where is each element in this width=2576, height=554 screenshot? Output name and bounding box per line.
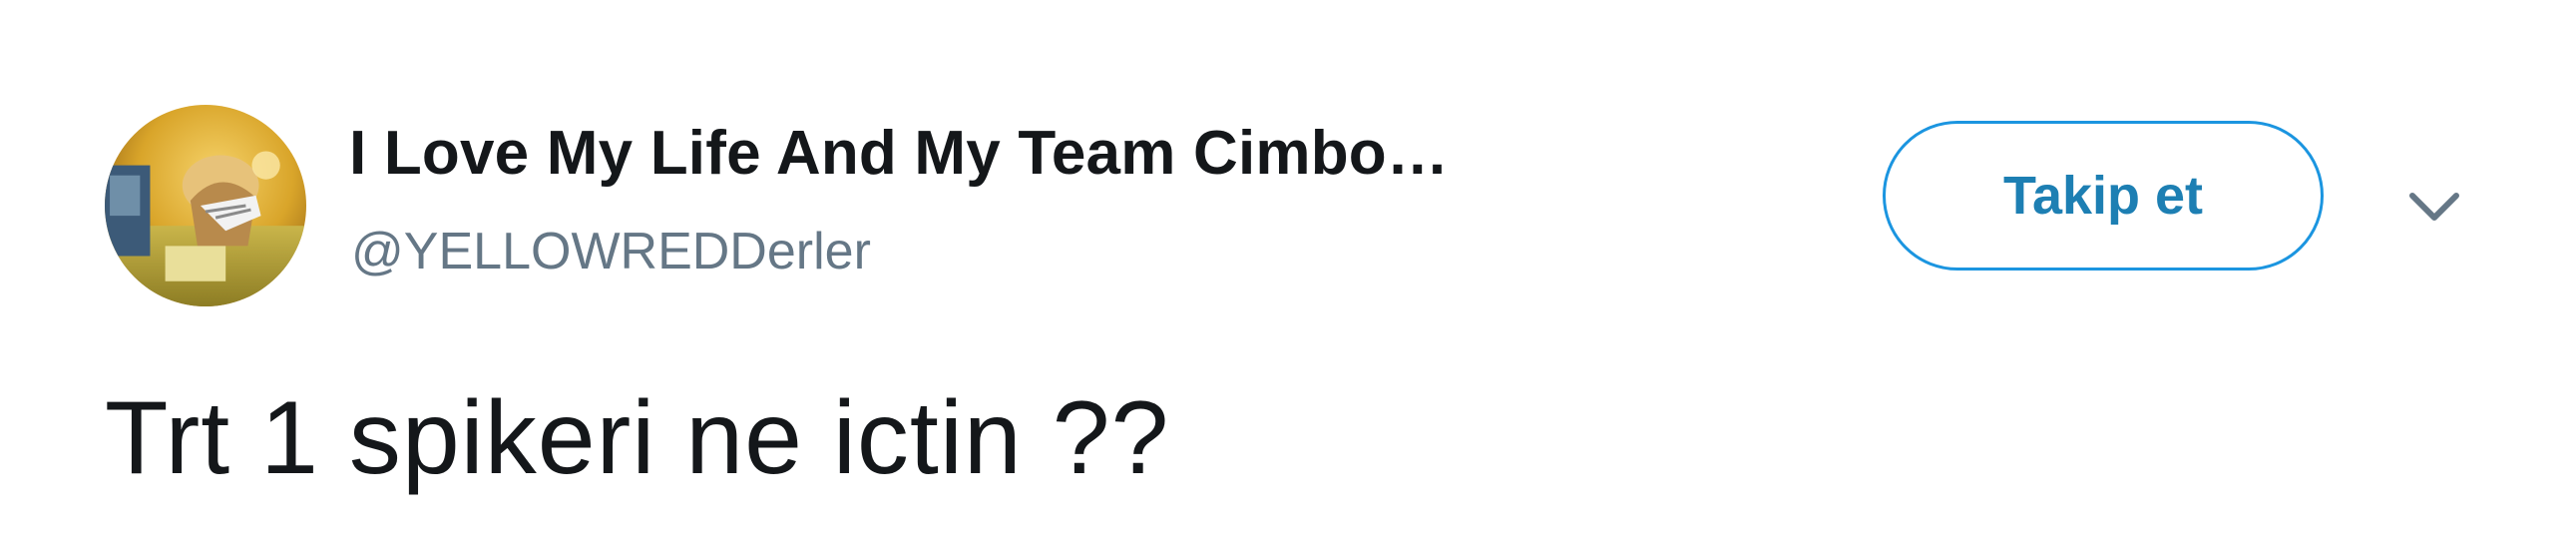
tweet-card: I Love My Life And My Team Cimbo… @YELLO… <box>0 0 2576 554</box>
avatar[interactable] <box>105 105 306 306</box>
tweet-text: Trt 1 spikeri ne ictin ?? <box>105 380 1170 496</box>
author-display-name[interactable]: I Love My Life And My Team Cimbo… <box>349 118 1449 189</box>
chevron-down-icon <box>2409 193 2459 221</box>
author-handle[interactable]: @YELLOWREDDerler <box>351 222 871 281</box>
follow-button[interactable]: Takip et <box>1883 121 2324 271</box>
follow-button-label: Takip et <box>2002 166 2204 226</box>
profile-avatar-image <box>105 105 306 306</box>
more-options-button[interactable] <box>2394 178 2474 238</box>
